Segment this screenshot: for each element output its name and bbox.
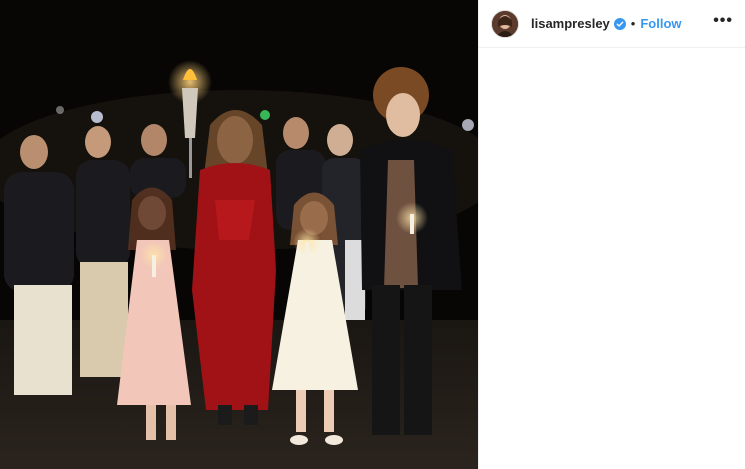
verified-badge-icon: [613, 17, 626, 30]
post-photo[interactable]: [0, 0, 478, 469]
more-options-icon[interactable]: •••: [713, 12, 733, 32]
post-sidebar: lisampresley • Follow •••: [478, 0, 745, 469]
post-header: lisampresley • Follow •••: [479, 0, 745, 48]
instagram-post: lisampresley • Follow •••: [0, 0, 745, 469]
username-link[interactable]: lisampresley: [531, 16, 610, 31]
vigil-photo-illustration: [0, 0, 478, 469]
separator-dot: •: [630, 16, 636, 31]
avatar-image: [492, 10, 518, 37]
follow-button[interactable]: Follow: [640, 16, 681, 31]
avatar[interactable]: [491, 9, 519, 38]
